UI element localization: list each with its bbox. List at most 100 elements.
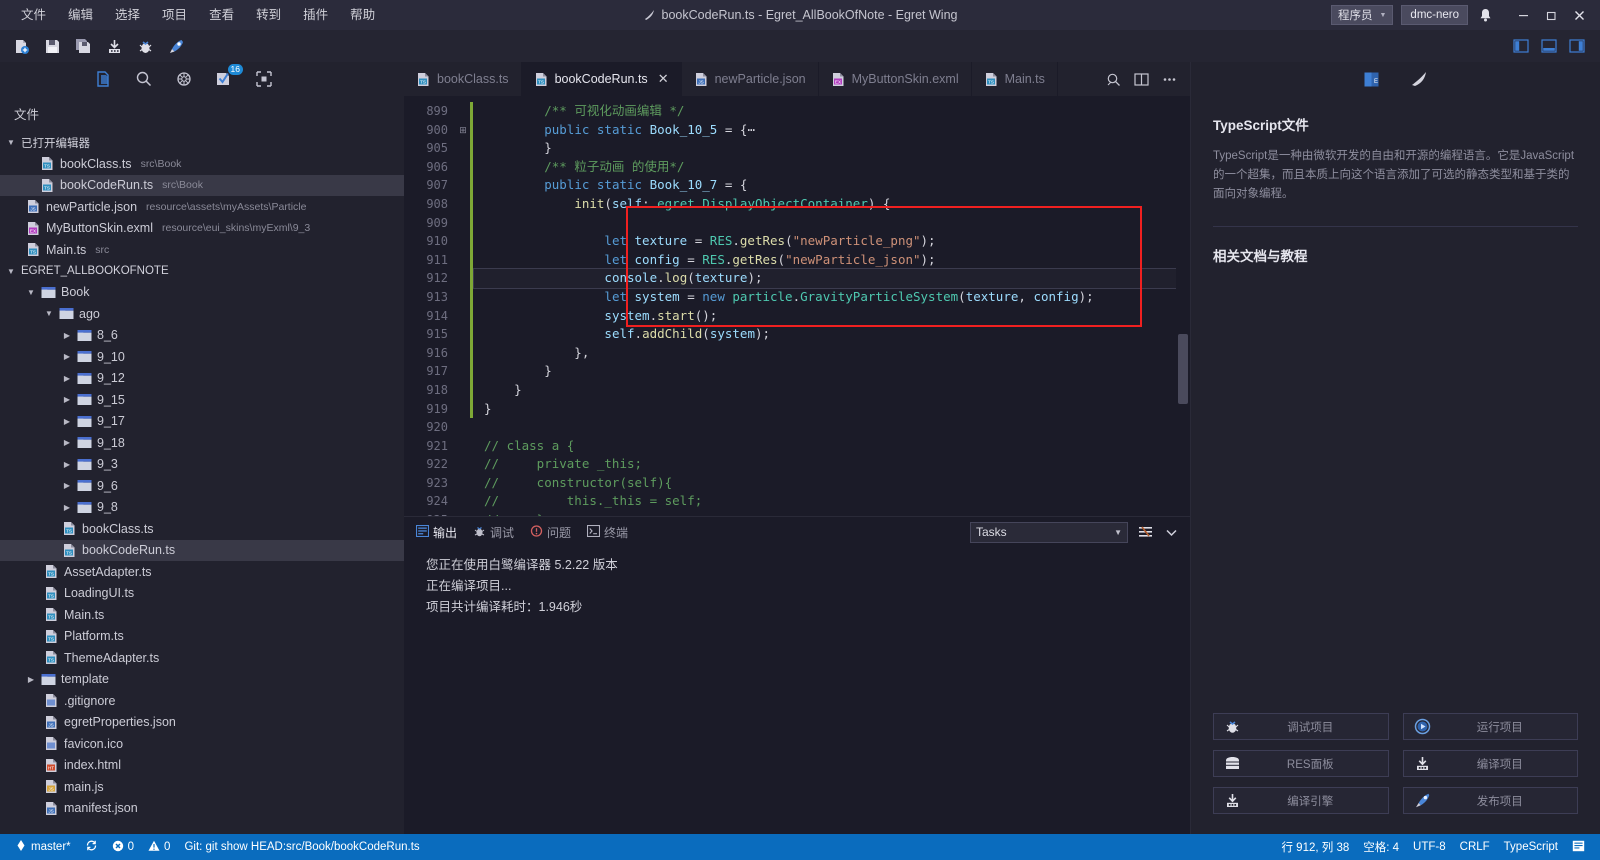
menu-item[interactable]: 选择	[104, 4, 151, 26]
tree-folder-item[interactable]: ▶ 9_17	[0, 411, 404, 433]
code-line[interactable]: }	[474, 381, 1176, 400]
chevron-right-icon[interactable]: ▶	[62, 417, 72, 426]
status-sync[interactable]	[78, 834, 105, 860]
tree-folder-item[interactable]: ▶ 9_12	[0, 368, 404, 390]
code-line[interactable]: /** 粒子动画 的使用*/	[474, 158, 1176, 177]
tree-file-item[interactable]: TS AssetAdapter.ts	[0, 561, 404, 583]
open-editor-item[interactable]: EX MyButtonSkin.exml resource\eui_skins\my…	[0, 218, 404, 240]
code-line[interactable]: self.addChild(system);	[474, 325, 1176, 344]
code-editor[interactable]: 899 900 905 906 907 908 909 910 911 912 913 914 915 9…	[404, 96, 1190, 516]
tree-folder-item[interactable]: ▶ 9_8	[0, 497, 404, 519]
status-git-message[interactable]: Git: git show HEAD:src/Book/bookCodeRun.…	[177, 834, 426, 860]
code-line[interactable]: // }	[474, 511, 1176, 516]
toggle-panel-icon[interactable]	[1538, 36, 1560, 56]
chevron-right-icon[interactable]: ▶	[62, 352, 72, 361]
tree-folder-item[interactable]: ▼ Book	[0, 282, 404, 304]
chevron-right-icon[interactable]: ▶	[62, 438, 72, 447]
menu-item[interactable]: 转到	[245, 4, 292, 26]
tree-file-item[interactable]: JS main.js	[0, 776, 404, 798]
code-line[interactable]: init(self: egret.DisplayObjectContainer)…	[474, 195, 1176, 214]
code-line[interactable]: // class a {	[474, 437, 1176, 456]
menu-item[interactable]: 插件	[292, 4, 339, 26]
scrollbar-thumb[interactable]	[1178, 334, 1188, 404]
output-tab-output[interactable]: 输出	[415, 524, 457, 541]
editor-tab[interactable]: EX MyButtonSkin.exml	[818, 62, 972, 96]
debug-icon[interactable]	[174, 69, 194, 89]
tree-file-item[interactable]: JS manifest.json	[0, 798, 404, 820]
source-control-icon[interactable]: 16	[214, 64, 243, 89]
task-selector[interactable]: Tasks ▼	[970, 521, 1128, 543]
code-line[interactable]: let system = new particle.GravityParticl…	[474, 288, 1176, 307]
close-button[interactable]	[1566, 4, 1592, 26]
tree-file-item[interactable]: TS LoadingUI.ts	[0, 583, 404, 605]
tree-file-item[interactable]: .gitignore	[0, 690, 404, 712]
wing-feather-icon[interactable]	[1409, 68, 1431, 90]
code-line[interactable]: /** 可视化动画编辑 */	[474, 102, 1176, 121]
project-action-button[interactable]: 运行项目	[1402, 713, 1578, 740]
code-line[interactable]: // constructor(self){	[474, 474, 1176, 493]
code-line[interactable]: let texture = RES.getRes("newParticle_pn…	[474, 232, 1176, 251]
code-line[interactable]	[474, 418, 1176, 437]
open-editor-item[interactable]: TS bookCodeRun.ts src\Book	[0, 174, 404, 196]
tree-folder-item[interactable]: ▶ 9_18	[0, 432, 404, 454]
status-indentation[interactable]: 空格: 4	[1356, 834, 1406, 860]
more-actions-icon[interactable]	[1160, 70, 1178, 88]
notification-bell-icon[interactable]	[1476, 5, 1494, 25]
tree-file-item[interactable]: favicon.ico	[0, 733, 404, 755]
chevron-down-icon[interactable]: ▼	[44, 309, 54, 318]
code-line[interactable]: public static Book_10_5 = {⋯	[474, 121, 1176, 140]
status-eol[interactable]: CRLF	[1453, 834, 1497, 860]
editor-tab[interactable]: TS bookClass.ts	[404, 62, 522, 96]
tree-file-item[interactable]: HT index.html	[0, 755, 404, 777]
project-root-section[interactable]: ▼ EGRET_ALLBOOKOFNOTE	[0, 261, 404, 282]
run-button[interactable]	[163, 34, 189, 58]
output-tab-problems[interactable]: 问题	[530, 524, 571, 541]
code-line[interactable]: }	[474, 362, 1176, 381]
compile-project-button[interactable]	[101, 34, 127, 58]
tree-folder-item[interactable]: ▶ template	[0, 669, 404, 691]
tree-folder-item[interactable]: ▶ 9_15	[0, 389, 404, 411]
toggle-right-panel-icon[interactable]	[1566, 36, 1588, 56]
tree-file-item[interactable]: TS Main.ts	[0, 604, 404, 626]
chevron-right-icon[interactable]: ▶	[62, 460, 72, 469]
chevron-right-icon[interactable]: ▶	[62, 395, 72, 404]
new-file-button[interactable]	[8, 34, 34, 58]
editor-tab[interactable]: TS Main.ts	[971, 62, 1058, 96]
status-warnings[interactable]: 0	[141, 834, 177, 860]
code-line[interactable]: system.start();	[474, 307, 1176, 326]
status-language-mode[interactable]: TypeScript	[1497, 834, 1565, 860]
code-line[interactable]: // private _this;	[474, 455, 1176, 474]
editor-tab[interactable]: TS bookCodeRun.ts ✕	[521, 62, 682, 96]
debug-button[interactable]	[132, 34, 158, 58]
menu-item[interactable]: 帮助	[339, 4, 386, 26]
code-line[interactable]: // this._this = self;	[474, 492, 1176, 511]
status-encoding[interactable]: UTF-8	[1406, 834, 1453, 860]
code-content[interactable]: /** 可视化动画编辑 */ public static Book_10_5 =…	[473, 96, 1177, 516]
editor-tab[interactable]: JS newParticle.json	[681, 62, 819, 96]
chevron-right-icon[interactable]: ▶	[62, 331, 72, 340]
split-editor-icon[interactable]	[1132, 70, 1150, 88]
tree-folder-item[interactable]: ▶ 8_6	[0, 325, 404, 347]
user-chip[interactable]: dmc-nero	[1401, 5, 1468, 25]
open-editors-section[interactable]: ▼ 已打开编辑器	[0, 132, 404, 153]
status-branch[interactable]: master*	[8, 834, 78, 860]
minimize-button[interactable]	[1510, 4, 1536, 26]
project-action-button[interactable]: 编译引擎	[1213, 787, 1389, 814]
menu-item[interactable]: 编辑	[57, 4, 104, 26]
status-feedback[interactable]	[1565, 834, 1592, 860]
tree-folder-item[interactable]: ▶ 9_3	[0, 454, 404, 476]
status-errors[interactable]: 0	[105, 834, 141, 860]
tree-file-item[interactable]: TS bookClass.ts	[0, 518, 404, 540]
chevron-down-icon[interactable]: ▼	[26, 288, 36, 297]
tree-folder-item[interactable]: ▶ 9_10	[0, 346, 404, 368]
search-icon[interactable]	[134, 69, 154, 89]
maximize-button[interactable]	[1538, 4, 1564, 26]
collapse-panel-icon[interactable]	[1162, 523, 1180, 541]
code-line[interactable]: },	[474, 344, 1176, 363]
menu-item[interactable]: 项目	[151, 4, 198, 26]
fold-toggle-icon[interactable]: ⊞	[456, 121, 470, 140]
tree-file-item[interactable]: TS Platform.ts	[0, 626, 404, 648]
tree-file-item[interactable]: TS bookCodeRun.ts	[0, 539, 404, 561]
chevron-right-icon[interactable]: ▶	[62, 503, 72, 512]
egret-docs-icon[interactable]: E	[1361, 68, 1383, 90]
